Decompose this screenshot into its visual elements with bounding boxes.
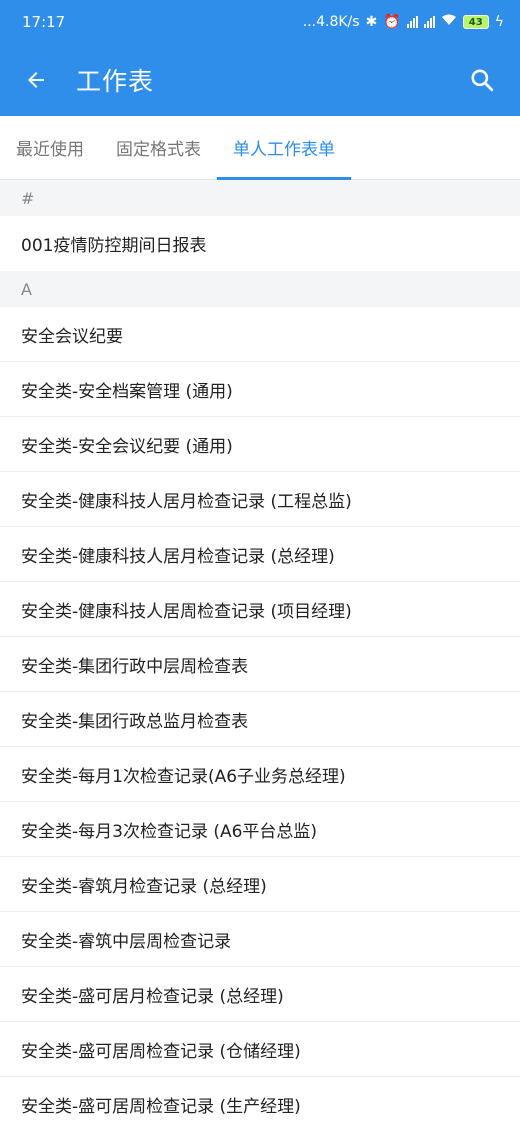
list-item[interactable]: 安全类-安全会议纪要 (通用) <box>0 417 520 472</box>
list-item[interactable]: 安全类-睿筑中层周检查记录 <box>0 912 520 967</box>
list-item[interactable]: 安全类-盛可居月检查记录 (总经理) <box>0 967 520 1022</box>
list-item[interactable]: 安全类-睿筑月检查记录 (总经理) <box>0 857 520 912</box>
list-item[interactable]: 安全类-安全档案管理 (通用) <box>0 362 520 417</box>
tab-single-worksheet[interactable]: 单人工作表单 <box>217 116 351 180</box>
signal-2-icon <box>423 16 435 28</box>
signal-1-icon <box>406 16 418 28</box>
status-bar: 17:17 ...4.8K/s ✱ ⏰ 43 ϟ <box>0 0 520 44</box>
charging-icon: ϟ <box>494 14 504 30</box>
list-item[interactable]: 安全类-集团行政总监月检查表 <box>0 692 520 747</box>
network-speed: ...4.8K/s <box>302 14 360 30</box>
section-header-hash: # <box>0 180 520 216</box>
battery-icon: 43 <box>462 15 489 29</box>
list-item[interactable]: 安全类-每月3次检查记录 (A6平台总监) <box>0 802 520 857</box>
arrow-left-icon <box>28 72 44 88</box>
bluetooth-icon: ✱ <box>365 14 378 30</box>
status-time: 17:17 <box>22 13 66 31</box>
list-item[interactable]: 安全类-每月1次检查记录(A6子业务总经理) <box>0 747 520 802</box>
list-item[interactable]: 安全类-健康科技人居月检查记录 (工程总监) <box>0 472 520 527</box>
list-item[interactable]: 安全类-集团行政中层周检查表 <box>0 637 520 692</box>
tab-bar: 最近使用 固定格式表 单人工作表单 <box>0 116 520 180</box>
wifi-icon <box>441 14 457 30</box>
search-icon <box>471 69 494 92</box>
tab-recent[interactable]: 最近使用 <box>0 116 100 179</box>
list-item[interactable]: 安全类-盛可居周检查记录 (生产经理) <box>0 1077 520 1126</box>
worksheet-list: # 001疫情防控期间日报表 A 安全会议纪要 安全类-安全档案管理 (通用) … <box>0 180 520 1126</box>
status-icons: ...4.8K/s ✱ ⏰ 43 ϟ <box>303 14 504 30</box>
list-item[interactable]: 安全类-健康科技人居月检查记录 (总经理) <box>0 527 520 582</box>
section-header-a: A <box>0 271 520 307</box>
back-button[interactable] <box>20 64 52 96</box>
page-title: 工作表 <box>76 67 155 96</box>
list-item[interactable]: 安全类-盛可居周检查记录 (仓储经理) <box>0 1022 520 1077</box>
list-item[interactable]: 001疫情防控期间日报表 <box>0 216 520 271</box>
alarm-icon: ⏰ <box>383 14 401 30</box>
list-item[interactable]: 安全会议纪要 <box>0 307 520 362</box>
tab-fixed-format[interactable]: 固定格式表 <box>100 116 217 179</box>
app-bar: 工作表 <box>0 44 520 116</box>
search-button[interactable] <box>464 62 500 98</box>
list-item[interactable]: 安全类-健康科技人居周检查记录 (项目经理) <box>0 582 520 637</box>
